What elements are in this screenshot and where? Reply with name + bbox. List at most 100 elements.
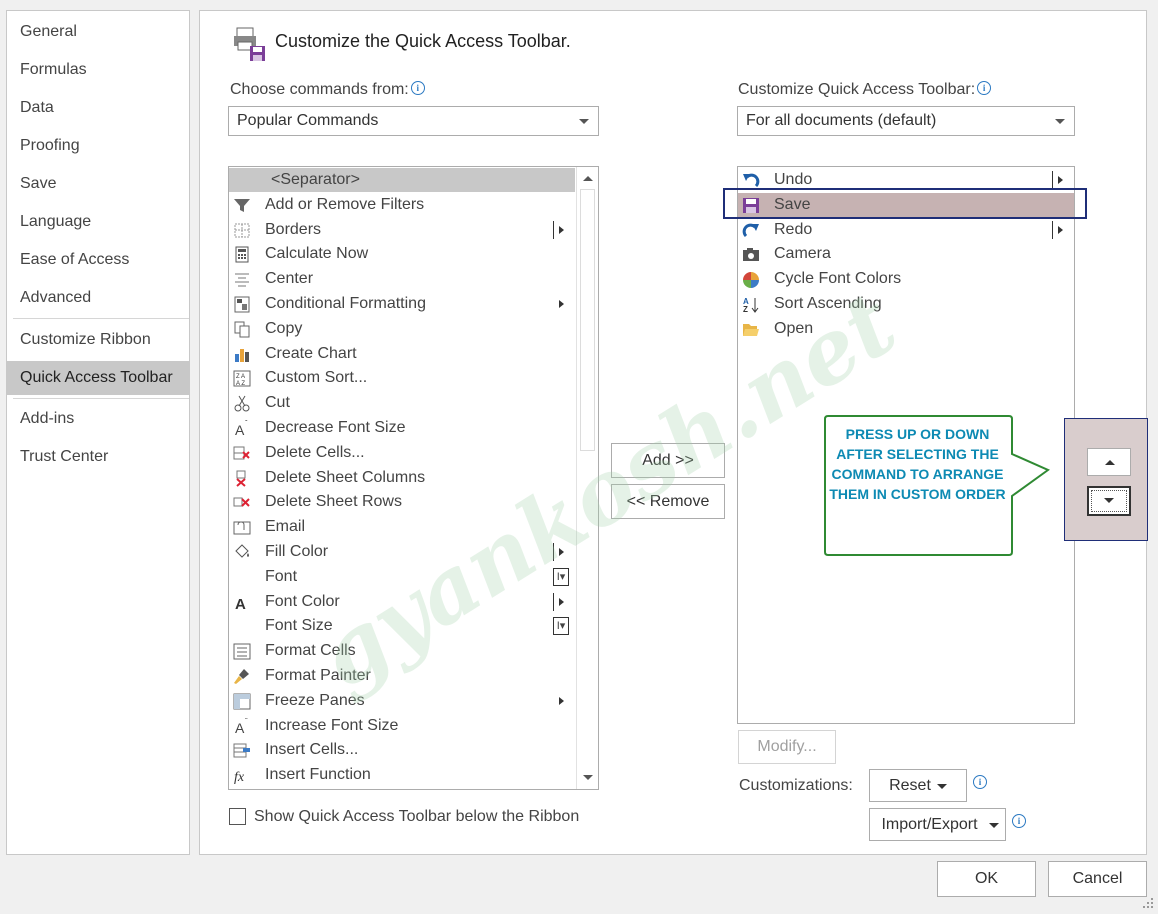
sidebar-item-general[interactable]: General (7, 15, 189, 49)
command-label: Copy (265, 319, 303, 337)
qat-item-sort-ascending[interactable]: A Z Sort Ascending (738, 292, 1074, 316)
increase-font-icon: Aˆ (233, 717, 251, 736)
command-item[interactable]: Delete Sheet Columns (229, 466, 575, 490)
command-item[interactable]: Create Chart (229, 342, 575, 366)
modify-button[interactable]: Modify... (738, 730, 836, 764)
svg-text:A: A (235, 596, 246, 611)
commands-list[interactable]: <Separator> Add or Remove Filters Borders C… (228, 166, 599, 790)
info-icon: i (1012, 814, 1026, 828)
qat-item-cycle-font-colors[interactable]: Cycle Font Colors (738, 267, 1074, 291)
qat-item-label: Sort Ascending (774, 295, 882, 312)
nav-divider (13, 398, 189, 399)
qat-item-redo[interactable]: Redo (738, 218, 1074, 242)
qat-item-label: Open (774, 319, 814, 337)
svg-text:ˇ: ˇ (245, 420, 248, 428)
command-item[interactable]: Format Cells (229, 639, 575, 663)
triangle-up-icon (1105, 460, 1115, 465)
command-item[interactable]: Z AA Z Custom Sort... (229, 366, 575, 390)
command-item[interactable]: <Separator> (229, 168, 575, 192)
font-color-icon: A (233, 594, 251, 613)
sidebar-item-advanced[interactable]: Advanced (7, 281, 189, 315)
qat-printer-icon (233, 22, 269, 62)
command-item[interactable]: Insert Cells... (229, 738, 575, 762)
cancel-button[interactable]: Cancel (1048, 861, 1147, 897)
commands-scrollbar[interactable] (576, 167, 598, 789)
sidebar-item-formulas[interactable]: Formulas (7, 53, 189, 87)
scroll-up-icon[interactable] (583, 176, 593, 181)
split-divider (553, 543, 554, 561)
command-item[interactable]: Fill Color (229, 540, 575, 564)
sidebar-item-trust-center[interactable]: Trust Center (7, 440, 189, 474)
delete-columns-icon (233, 470, 251, 487)
command-label: Format Cells (265, 642, 356, 660)
command-label: Insert Function (265, 766, 371, 784)
command-label: Borders (265, 220, 322, 238)
customize-qat-dropdown[interactable]: For all documents (default) (737, 106, 1075, 136)
command-item[interactable]: Cut (229, 391, 575, 415)
resize-grip-icon[interactable] (1142, 896, 1154, 908)
sidebar-item-language[interactable]: Language (7, 205, 189, 239)
svg-text:A: A (235, 422, 245, 437)
sidebar-item-data[interactable]: Data (7, 91, 189, 125)
undo-icon (742, 172, 760, 188)
add-button[interactable]: Add >> (611, 443, 725, 478)
sort-ascending-icon: AZ (742, 296, 760, 314)
command-item[interactable]: Format Painter (229, 664, 575, 688)
move-up-button[interactable] (1087, 448, 1131, 476)
command-item[interactable]: Email (229, 515, 575, 539)
scroll-thumb[interactable] (580, 189, 595, 451)
choose-commands-value: Popular Commands (237, 112, 379, 129)
sidebar-item-proofing[interactable]: Proofing (7, 129, 189, 163)
command-item[interactable]: A Font Color (229, 590, 575, 614)
qat-item-camera[interactable]: Camera (738, 242, 1074, 266)
scroll-down-icon[interactable] (583, 775, 593, 780)
command-item[interactable]: Delete Cells... (229, 441, 575, 465)
command-item[interactable]: Center (229, 267, 575, 291)
show-below-ribbon-checkbox[interactable] (229, 808, 246, 825)
customize-qat-label: Customize Quick Access Toolbar: i (738, 81, 992, 99)
qat-item-open[interactable]: Open (738, 317, 1074, 341)
ok-button[interactable]: OK (937, 861, 1036, 897)
copy-icon (233, 321, 251, 338)
command-item[interactable]: Add or Remove Filters (229, 193, 575, 217)
sidebar-item-add-ins[interactable]: Add-ins (7, 402, 189, 436)
camera-icon (742, 246, 760, 262)
command-label: Increase Font Size (265, 716, 399, 734)
selection-highlight (723, 188, 1087, 219)
command-label: Font Size (265, 617, 333, 635)
qat-item-label: Cycle Font Colors (774, 270, 902, 288)
command-label: Center (265, 270, 314, 288)
command-label: Delete Sheet Columns (265, 468, 426, 486)
command-item[interactable]: Calculate Now (229, 242, 575, 266)
command-label: Format Painter (265, 667, 371, 684)
reset-button[interactable]: Reset (869, 769, 967, 802)
fill-color-icon (233, 544, 251, 560)
choose-commands-dropdown[interactable]: Popular Commands (228, 106, 599, 136)
sidebar-item-save[interactable]: Save (7, 167, 189, 201)
remove-button[interactable]: << Remove (611, 484, 725, 519)
submenu-arrow-icon (559, 597, 564, 606)
import-export-button[interactable]: Import/Export (869, 808, 1006, 841)
command-item[interactable]: Font Size I▾ (229, 614, 575, 638)
command-item[interactable]: Font I▾ (229, 565, 575, 589)
command-label: Conditional Formatting (265, 295, 426, 312)
command-item[interactable]: Delete Sheet Rows (229, 490, 575, 514)
command-item[interactable]: Conditional Formatting (229, 292, 575, 316)
sidebar-item-ease-of-access[interactable]: Ease of Access (7, 243, 189, 277)
chart-icon (233, 346, 251, 362)
split-divider (553, 220, 554, 239)
command-item[interactable]: fx Insert Function (229, 763, 575, 787)
command-item[interactable]: Copy (229, 317, 575, 341)
calculator-icon (233, 246, 251, 263)
move-down-button[interactable] (1087, 486, 1131, 516)
sidebar-item-quick-access-toolbar[interactable]: Quick Access Toolbar (7, 361, 189, 395)
command-item[interactable]: Freeze Panes (229, 689, 575, 713)
command-item[interactable]: A ˇ Decrease Font Size (229, 416, 575, 440)
svg-text:Z A: Z A (236, 374, 245, 380)
customize-qat-value: For all documents (default) (746, 112, 937, 129)
reset-button-label: Reset (889, 777, 931, 794)
command-item[interactable]: A ˆ Increase Font Size (229, 714, 575, 738)
insert-cells-icon (233, 742, 251, 758)
command-item[interactable]: Borders (229, 218, 575, 242)
sidebar-item-customize-ribbon[interactable]: Customize Ribbon (7, 323, 189, 357)
